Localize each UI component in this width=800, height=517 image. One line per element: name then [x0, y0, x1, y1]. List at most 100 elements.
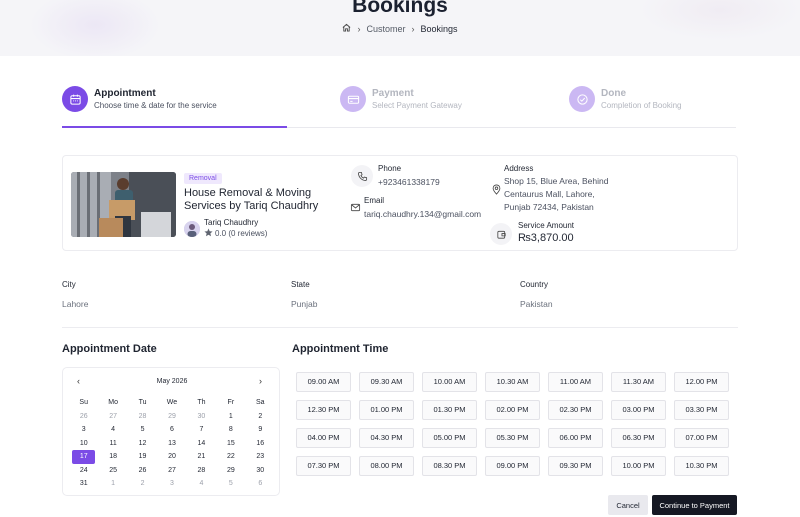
calendar-day[interactable]: 21	[187, 450, 216, 464]
provider-name: Tariq Chaudhry	[204, 218, 259, 227]
calendar-day[interactable]: 12	[128, 437, 157, 451]
calendar-day-selected[interactable]: 17	[72, 450, 96, 464]
address-label: Address	[504, 164, 534, 173]
calendar-day[interactable]: 6	[157, 423, 186, 437]
calendar-day[interactable]: 23	[246, 450, 275, 464]
time-slot[interactable]: 09.30 AM	[359, 372, 414, 392]
calendar-day[interactable]: 4	[187, 477, 216, 491]
calendar-day[interactable]: 15	[216, 437, 245, 451]
city-value: Lahore	[62, 299, 89, 309]
time-slot[interactable]: 09.00 PM	[485, 456, 540, 476]
calendar-icon	[62, 86, 88, 112]
calendar-day[interactable]: 31	[69, 477, 98, 491]
time-slot[interactable]: 04.30 PM	[359, 428, 414, 448]
calendar-day[interactable]: 16	[246, 437, 275, 451]
calendar-day[interactable]: 25	[98, 464, 127, 478]
time-slot[interactable]: 02.00 PM	[485, 400, 540, 420]
time-slot[interactable]: 02.30 PM	[548, 400, 603, 420]
weekday-label: Tu	[138, 399, 147, 406]
time-slot[interactable]: 04.00 PM	[296, 428, 351, 448]
calendar-day[interactable]: 5	[128, 423, 157, 437]
rating-text: 0.0 (0 reviews)	[215, 229, 268, 238]
calendar-day[interactable]: 18	[98, 450, 127, 464]
calendar-day[interactable]: 11	[98, 437, 127, 451]
time-slot[interactable]: 11.00 AM	[548, 372, 603, 392]
calendar-day[interactable]: 5	[216, 477, 245, 491]
time-slot[interactable]: 06.00 PM	[548, 428, 603, 448]
calendar-day[interactable]: 29	[216, 464, 245, 478]
time-slot[interactable]: 01.30 PM	[422, 400, 477, 420]
calendar-day[interactable]: 2	[246, 410, 275, 424]
calendar-day[interactable]: 2	[128, 477, 157, 491]
step-title: Appointment	[94, 88, 156, 99]
calendar-day[interactable]: 28	[128, 410, 157, 424]
calendar-day[interactable]: 6	[246, 477, 275, 491]
time-slot[interactable]: 12.00 PM	[674, 372, 729, 392]
cancel-button[interactable]: Cancel	[608, 495, 648, 515]
country-value: Pakistan	[520, 299, 553, 309]
calendar-day[interactable]: 3	[69, 423, 98, 437]
calendar-day[interactable]: 14	[187, 437, 216, 451]
calendar-day[interactable]: 29	[157, 410, 186, 424]
calendar-day[interactable]: 3	[157, 477, 186, 491]
time-slot[interactable]: 03.00 PM	[611, 400, 666, 420]
appointment-time-title: Appointment Time	[292, 343, 389, 355]
time-slot[interactable]: 09.30 PM	[548, 456, 603, 476]
avatar	[184, 220, 200, 237]
calendar-day[interactable]: 1	[216, 410, 245, 424]
time-slot[interactable]: 08.30 PM	[422, 456, 477, 476]
calendar-day[interactable]: 10	[69, 437, 98, 451]
calendar-day[interactable]: 30	[187, 410, 216, 424]
state-field: State Punjab	[291, 280, 317, 309]
mail-icon	[344, 196, 366, 218]
calendar-day[interactable]: 26	[69, 410, 98, 424]
breadcrumb-customer[interactable]: Customer	[366, 24, 405, 34]
state-value: Punjab	[291, 299, 318, 309]
calendar-day[interactable]: 27	[157, 464, 186, 478]
time-slot[interactable]: 12.30 PM	[296, 400, 351, 420]
time-slot[interactable]: 10.30 PM	[674, 456, 729, 476]
calendar-day[interactable]: 26	[128, 464, 157, 478]
time-slot[interactable]: 10.00 PM	[611, 456, 666, 476]
calendar-day[interactable]: 7	[187, 423, 216, 437]
calendar-day[interactable]: 19	[128, 450, 157, 464]
calendar-day[interactable]: 4	[98, 423, 127, 437]
calendar-day[interactable]: 13	[157, 437, 186, 451]
time-slot[interactable]: 07.30 PM	[296, 456, 351, 476]
phone-label: Phone	[378, 164, 402, 173]
calendar-day[interactable]: 28	[187, 464, 216, 478]
calendar-day[interactable]: 9	[246, 423, 275, 437]
step-done[interactable]: Done Completion of Booking	[569, 86, 682, 112]
date-picker: ‹ May 2026 › Su Mo Tu We Th Fr Sa 26 27 28 29 30 1 2 3…	[62, 367, 280, 496]
time-slot[interactable]: 01.00 PM	[359, 400, 414, 420]
home-icon[interactable]	[342, 23, 351, 34]
step-payment[interactable]: Payment Select Payment Gateway	[340, 86, 462, 112]
calendar-day[interactable]: 24	[69, 464, 98, 478]
calendar-day[interactable]: 8	[216, 423, 245, 437]
continue-to-payment-button[interactable]: Continue to Payment	[652, 495, 737, 515]
weekday-label: Su	[79, 399, 88, 406]
time-slot[interactable]: 08.00 PM	[359, 456, 414, 476]
time-slot[interactable]: 06.30 PM	[611, 428, 666, 448]
time-slot[interactable]: 07.00 PM	[674, 428, 729, 448]
booking-steps: Appointment Choose time & date for the s…	[62, 86, 736, 128]
time-slot[interactable]: 09.00 AM	[296, 372, 351, 392]
time-slot[interactable]: 05.30 PM	[485, 428, 540, 448]
appointment-date-title: Appointment Date	[62, 343, 157, 355]
amount-label: Service Amount	[518, 221, 575, 230]
time-slot[interactable]: 10.00 AM	[422, 372, 477, 392]
time-slot[interactable]: 03.30 PM	[674, 400, 729, 420]
calendar-day[interactable]: 1	[98, 477, 127, 491]
calendar-day[interactable]: 20	[157, 450, 186, 464]
time-slot[interactable]: 10.30 AM	[485, 372, 540, 392]
step-title: Done	[601, 88, 626, 99]
weekday-label: Sa	[256, 399, 265, 406]
calendar-day[interactable]: 30	[246, 464, 275, 478]
city-field: City Lahore	[62, 280, 88, 309]
next-month-button[interactable]: ›	[259, 376, 262, 386]
time-slot[interactable]: 05.00 PM	[422, 428, 477, 448]
time-slot[interactable]: 11.30 AM	[611, 372, 666, 392]
step-appointment[interactable]: Appointment Choose time & date for the s…	[62, 86, 217, 112]
calendar-day[interactable]: 27	[98, 410, 127, 424]
calendar-day[interactable]: 22	[216, 450, 245, 464]
